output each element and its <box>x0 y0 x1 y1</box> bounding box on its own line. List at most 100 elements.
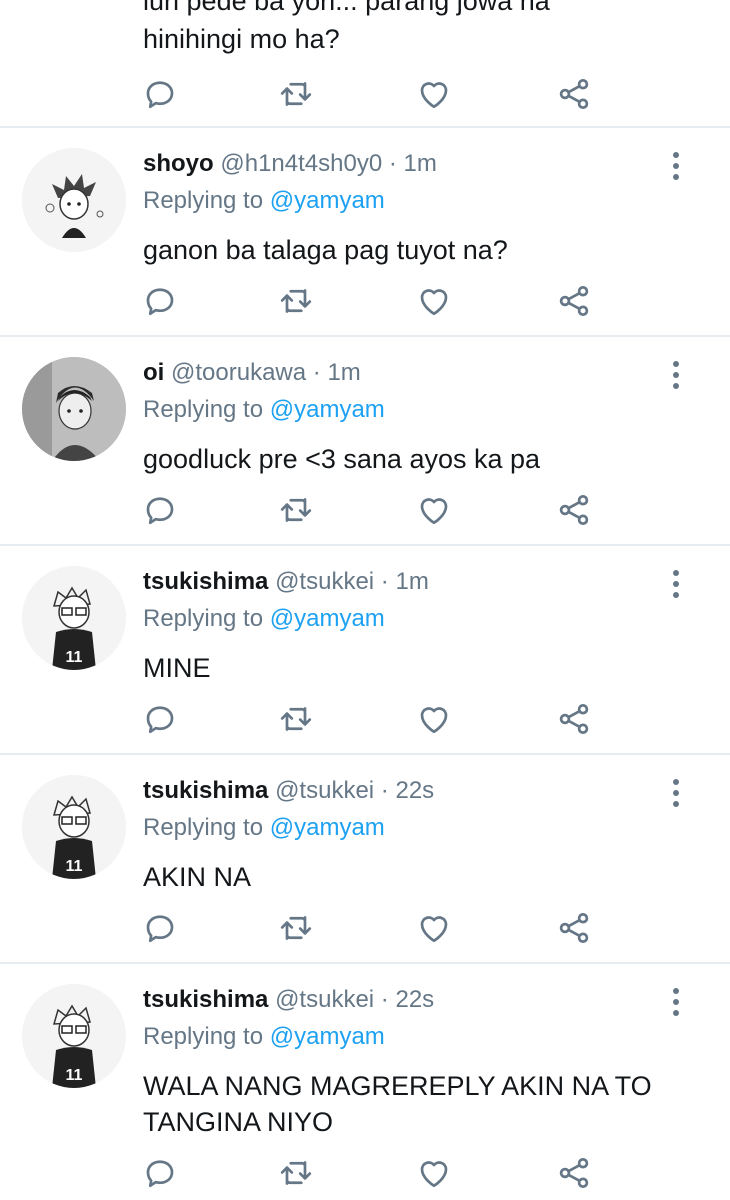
mention-link[interactable]: @yamyam <box>270 814 385 841</box>
retweet-icon <box>280 707 312 731</box>
share-button[interactable] <box>554 1153 594 1193</box>
more-options-button[interactable] <box>664 150 688 180</box>
like-button[interactable] <box>414 490 454 530</box>
tweet-header: tsukishima @tsukkei · 1m <box>143 566 429 598</box>
retweet-icon <box>280 1161 312 1185</box>
tweet-header: shoyo @h1n4t4sh0y0 · 1m <box>143 148 437 180</box>
tweet-actions <box>0 74 730 118</box>
replying-to: Replying to @yamyam <box>143 603 385 635</box>
more-options-button[interactable] <box>664 359 688 389</box>
reply-button[interactable] <box>140 74 180 114</box>
like-icon <box>420 707 448 734</box>
retweet-button[interactable] <box>276 699 316 739</box>
tweet-header: oi @toorukawa · 1m <box>143 357 361 389</box>
display-name[interactable]: oi <box>143 359 164 386</box>
tweet[interactable]: shoyo @h1n4t4sh0y0 · 1m Replying to @yam… <box>0 128 730 337</box>
replying-to: Replying to @yamyam <box>143 812 385 844</box>
retweet-button[interactable] <box>276 908 316 948</box>
separator-dot: · <box>388 150 397 177</box>
share-icon <box>559 704 589 734</box>
like-icon <box>420 1161 448 1188</box>
retweet-icon <box>280 82 312 106</box>
timestamp[interactable]: 1m <box>395 568 428 595</box>
timestamp[interactable]: 1m <box>404 150 437 177</box>
reply-button[interactable] <box>140 490 180 530</box>
avatar[interactable]: 11 <box>22 775 126 879</box>
tweet-text: ganon ba talaga pag tuyot na? <box>143 235 508 265</box>
replying-to-label: Replying to <box>143 1023 264 1050</box>
tweet-actions <box>0 490 730 534</box>
reply-icon <box>146 288 174 316</box>
tweet-actions <box>0 1153 730 1197</box>
avatar[interactable]: 11 <box>22 984 126 1088</box>
replying-to-label: Replying to <box>143 187 264 214</box>
replying-to-label: Replying to <box>143 396 264 423</box>
tweet-header: tsukishima @tsukkei · 22s <box>143 775 434 807</box>
kebab-icon <box>673 152 679 158</box>
avatar[interactable] <box>22 357 126 461</box>
tweet[interactable]: oi @toorukawa · 1m Replying to @yamyam g… <box>0 337 730 546</box>
user-handle[interactable]: @toorukawa <box>171 359 306 386</box>
partial-tweet: iun pede ba yon... parang jowa na hinihi… <box>0 0 730 128</box>
share-button[interactable] <box>554 699 594 739</box>
kebab-icon <box>673 570 679 576</box>
retweet-button[interactable] <box>276 490 316 530</box>
retweet-button[interactable] <box>276 74 316 114</box>
reply-icon <box>146 81 174 109</box>
display-name[interactable]: shoyo <box>143 150 214 177</box>
mention-link[interactable]: @yamyam <box>270 396 385 423</box>
share-icon <box>559 913 589 943</box>
reply-button[interactable] <box>140 1153 180 1193</box>
mention-link[interactable]: @yamyam <box>270 187 385 214</box>
display-name[interactable]: tsukishima <box>143 568 268 595</box>
share-button[interactable] <box>554 281 594 321</box>
timestamp[interactable]: 1m <box>327 359 360 386</box>
more-options-button[interactable] <box>664 986 688 1016</box>
like-button[interactable] <box>414 908 454 948</box>
more-options-button[interactable] <box>664 777 688 807</box>
tweet[interactable]: 11 tsukishima @tsukkei · 1m Replying to … <box>0 546 730 755</box>
tweet[interactable]: 11 tsukishima @tsukkei · 22s Replying to… <box>0 964 730 1200</box>
like-button[interactable] <box>414 74 454 114</box>
tweet-text: goodluck pre <3 sana ayos ka pa <box>143 444 541 474</box>
like-button[interactable] <box>414 699 454 739</box>
user-handle[interactable]: @tsukkei <box>275 777 374 804</box>
tweet-actions <box>0 908 730 952</box>
retweet-button[interactable] <box>276 281 316 321</box>
avatar[interactable] <box>22 148 126 252</box>
display-name[interactable]: tsukishima <box>143 777 268 804</box>
timestamp[interactable]: 22s <box>395 986 434 1013</box>
tweet-actions <box>0 699 730 743</box>
share-button[interactable] <box>554 74 594 114</box>
user-handle[interactable]: @tsukkei <box>275 568 374 595</box>
mention-link[interactable]: @yamyam <box>270 1023 385 1050</box>
avatar[interactable]: 11 <box>22 566 126 670</box>
reply-icon <box>146 497 174 525</box>
share-icon <box>559 1158 589 1188</box>
retweet-button[interactable] <box>276 1153 316 1193</box>
kebab-icon <box>673 779 679 785</box>
mention-link[interactable]: @yamyam <box>270 605 385 632</box>
share-icon <box>559 79 589 109</box>
user-handle[interactable]: @tsukkei <box>275 986 374 1013</box>
like-button[interactable] <box>414 1153 454 1193</box>
separator-dot: · <box>380 568 389 595</box>
replying-to: Replying to @yamyam <box>143 1021 385 1053</box>
like-icon <box>420 289 448 316</box>
display-name[interactable]: tsukishima <box>143 986 268 1013</box>
replying-to-label: Replying to <box>143 605 264 632</box>
tweet-text: iun pede ba yon... parang jowa na hinihi… <box>143 0 703 58</box>
tweet[interactable]: 11 tsukishima @tsukkei · 22s Replying to… <box>0 755 730 964</box>
more-options-button[interactable] <box>664 568 688 598</box>
separator-dot: · <box>380 777 389 804</box>
timestamp[interactable]: 22s <box>395 777 434 804</box>
reply-icon <box>146 706 174 734</box>
like-button[interactable] <box>414 281 454 321</box>
user-handle[interactable]: @h1n4t4sh0y0 <box>220 150 382 177</box>
share-button[interactable] <box>554 490 594 530</box>
share-button[interactable] <box>554 908 594 948</box>
reply-button[interactable] <box>140 699 180 739</box>
tweet-text-line: hinihingi mo ha? <box>143 24 340 54</box>
reply-button[interactable] <box>140 281 180 321</box>
reply-button[interactable] <box>140 908 180 948</box>
